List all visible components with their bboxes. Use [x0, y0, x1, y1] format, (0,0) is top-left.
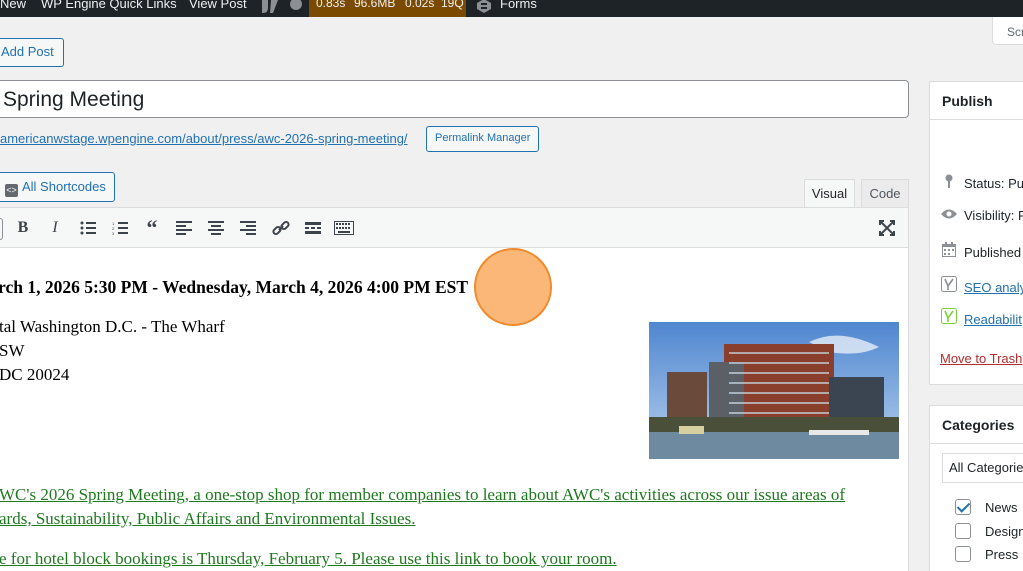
tab-code[interactable]: Code — [861, 179, 909, 207]
align-left-icon[interactable] — [172, 216, 196, 240]
category-label: Press — [985, 547, 1019, 562]
calendar-icon — [940, 242, 958, 260]
visibility-text: Visibility: P — [964, 208, 1023, 223]
tab-visual[interactable]: Visual — [804, 179, 855, 207]
categories-box: Categories All Categorie News Design I P… — [929, 405, 1023, 571]
metric-memory: 96.6MB — [354, 0, 396, 10]
metric-time: 0.83s — [316, 0, 346, 10]
admin-bar: New WP Engine Quick Links View Post 0.83… — [0, 0, 1023, 17]
query-monitor-metrics[interactable]: 0.83s 96.6MB 0.02s 19Q — [309, 0, 466, 17]
post-title-input[interactable]: Spring Meeting — [0, 80, 909, 118]
move-to-trash-link[interactable]: Move to Trash — [940, 351, 1022, 366]
toolbar-toggle-icon[interactable] — [332, 216, 356, 240]
click-indicator — [474, 248, 552, 326]
numbered-list-icon[interactable]: 123 — [108, 216, 132, 240]
editor-toolbar: B I 123 “ — [0, 208, 908, 248]
align-center-icon[interactable] — [204, 216, 228, 240]
publish-box: Publish Status: Pu Visibility: P Publish… — [929, 81, 1023, 385]
readability-score-icon — [940, 308, 958, 327]
readability-link[interactable]: Readabilit — [964, 312, 1022, 327]
content-paragraph-2[interactable]: e for hotel block bookings is Thursday, … — [0, 549, 617, 569]
eye-icon — [940, 208, 958, 223]
news-checkbox[interactable] — [955, 499, 971, 515]
metric-queries: 19Q — [441, 0, 464, 10]
category-label: Design I — [985, 524, 1023, 539]
event-date-line: rch 1, 2026 5:30 PM - Wednesday, March 4… — [0, 277, 469, 297]
yoast-icon[interactable] — [260, 0, 280, 17]
view-post-link[interactable]: View Post — [189, 0, 247, 11]
all-shortcodes-button[interactable]: <> All Shortcodes — [0, 172, 115, 202]
press-checkbox[interactable] — [955, 546, 971, 562]
publish-title: Publish — [942, 93, 993, 109]
status-dot-icon — [289, 0, 303, 14]
forms-icon[interactable] — [476, 0, 492, 17]
classic-editor: B I 123 “ rch 1, 2026 5:30 PM - Wednesda… — [0, 207, 909, 571]
city-line: DC 20024 — [0, 365, 70, 384]
category-item-press[interactable]: Press — [955, 546, 1018, 562]
bullet-list-icon[interactable] — [76, 216, 100, 240]
link-icon[interactable] — [269, 216, 293, 240]
seo-analysis-link[interactable]: SEO analy — [964, 280, 1023, 295]
category-item-news[interactable]: News — [955, 499, 1018, 515]
italic-icon[interactable]: I — [43, 216, 67, 240]
blockquote-icon[interactable]: “ — [140, 215, 164, 240]
street-line: SW — [0, 341, 25, 360]
seo-row: SEO analy — [940, 276, 1023, 295]
permalink-manager-button[interactable]: Permalink Manager — [426, 126, 540, 152]
format-select[interactable] — [0, 218, 3, 240]
metric-db-time: 0.02s — [405, 0, 435, 10]
screen-options-button[interactable]: Scr — [992, 17, 1023, 45]
forms-menu[interactable]: Forms — [500, 0, 537, 11]
tab-all-categories[interactable]: All Categorie — [942, 453, 1023, 483]
content-paragraph-1-line-2[interactable]: ards, Sustainability, Public Affairs and… — [0, 509, 415, 529]
read-more-icon[interactable] — [301, 216, 325, 240]
bold-icon[interactable]: B — [11, 216, 35, 240]
seo-score-icon — [940, 276, 958, 295]
published-row: Published — [940, 242, 1021, 260]
venue-photo — [649, 322, 899, 459]
published-text: Published — [964, 245, 1022, 260]
fullscreen-icon[interactable] — [875, 216, 899, 240]
all-shortcodes-label: All Shortcodes — [22, 179, 106, 194]
pin-icon — [940, 174, 958, 191]
status-text: Status: Pu — [964, 176, 1023, 191]
venue-line: tal Washington D.C. - The Wharf — [0, 317, 225, 336]
add-post-button[interactable]: Add Post — [0, 38, 64, 67]
editor-content[interactable]: rch 1, 2026 5:30 PM - Wednesday, March 4… — [0, 248, 908, 571]
status-row: Status: Pu — [940, 174, 1023, 191]
quick-links-menu[interactable]: WP Engine Quick Links — [41, 0, 177, 11]
content-paragraph-1-line-1[interactable]: WC's 2026 Spring Meeting, a one-stop sho… — [0, 485, 845, 505]
align-right-icon[interactable] — [236, 216, 260, 240]
shortcode-icon: <> — [5, 184, 18, 197]
visibility-row: Visibility: P — [940, 208, 1023, 223]
category-item-design[interactable]: Design I — [955, 523, 1023, 539]
category-label: News — [985, 500, 1018, 515]
readability-row: Readabilit — [940, 308, 1022, 327]
categories-title: Categories — [942, 417, 1015, 433]
new-link[interactable]: New — [0, 0, 26, 11]
svg-text:3: 3 — [112, 231, 115, 235]
design-checkbox[interactable] — [955, 523, 971, 539]
permalink-url[interactable]: americanwstage.wpengine.com/about/press/… — [0, 131, 408, 146]
